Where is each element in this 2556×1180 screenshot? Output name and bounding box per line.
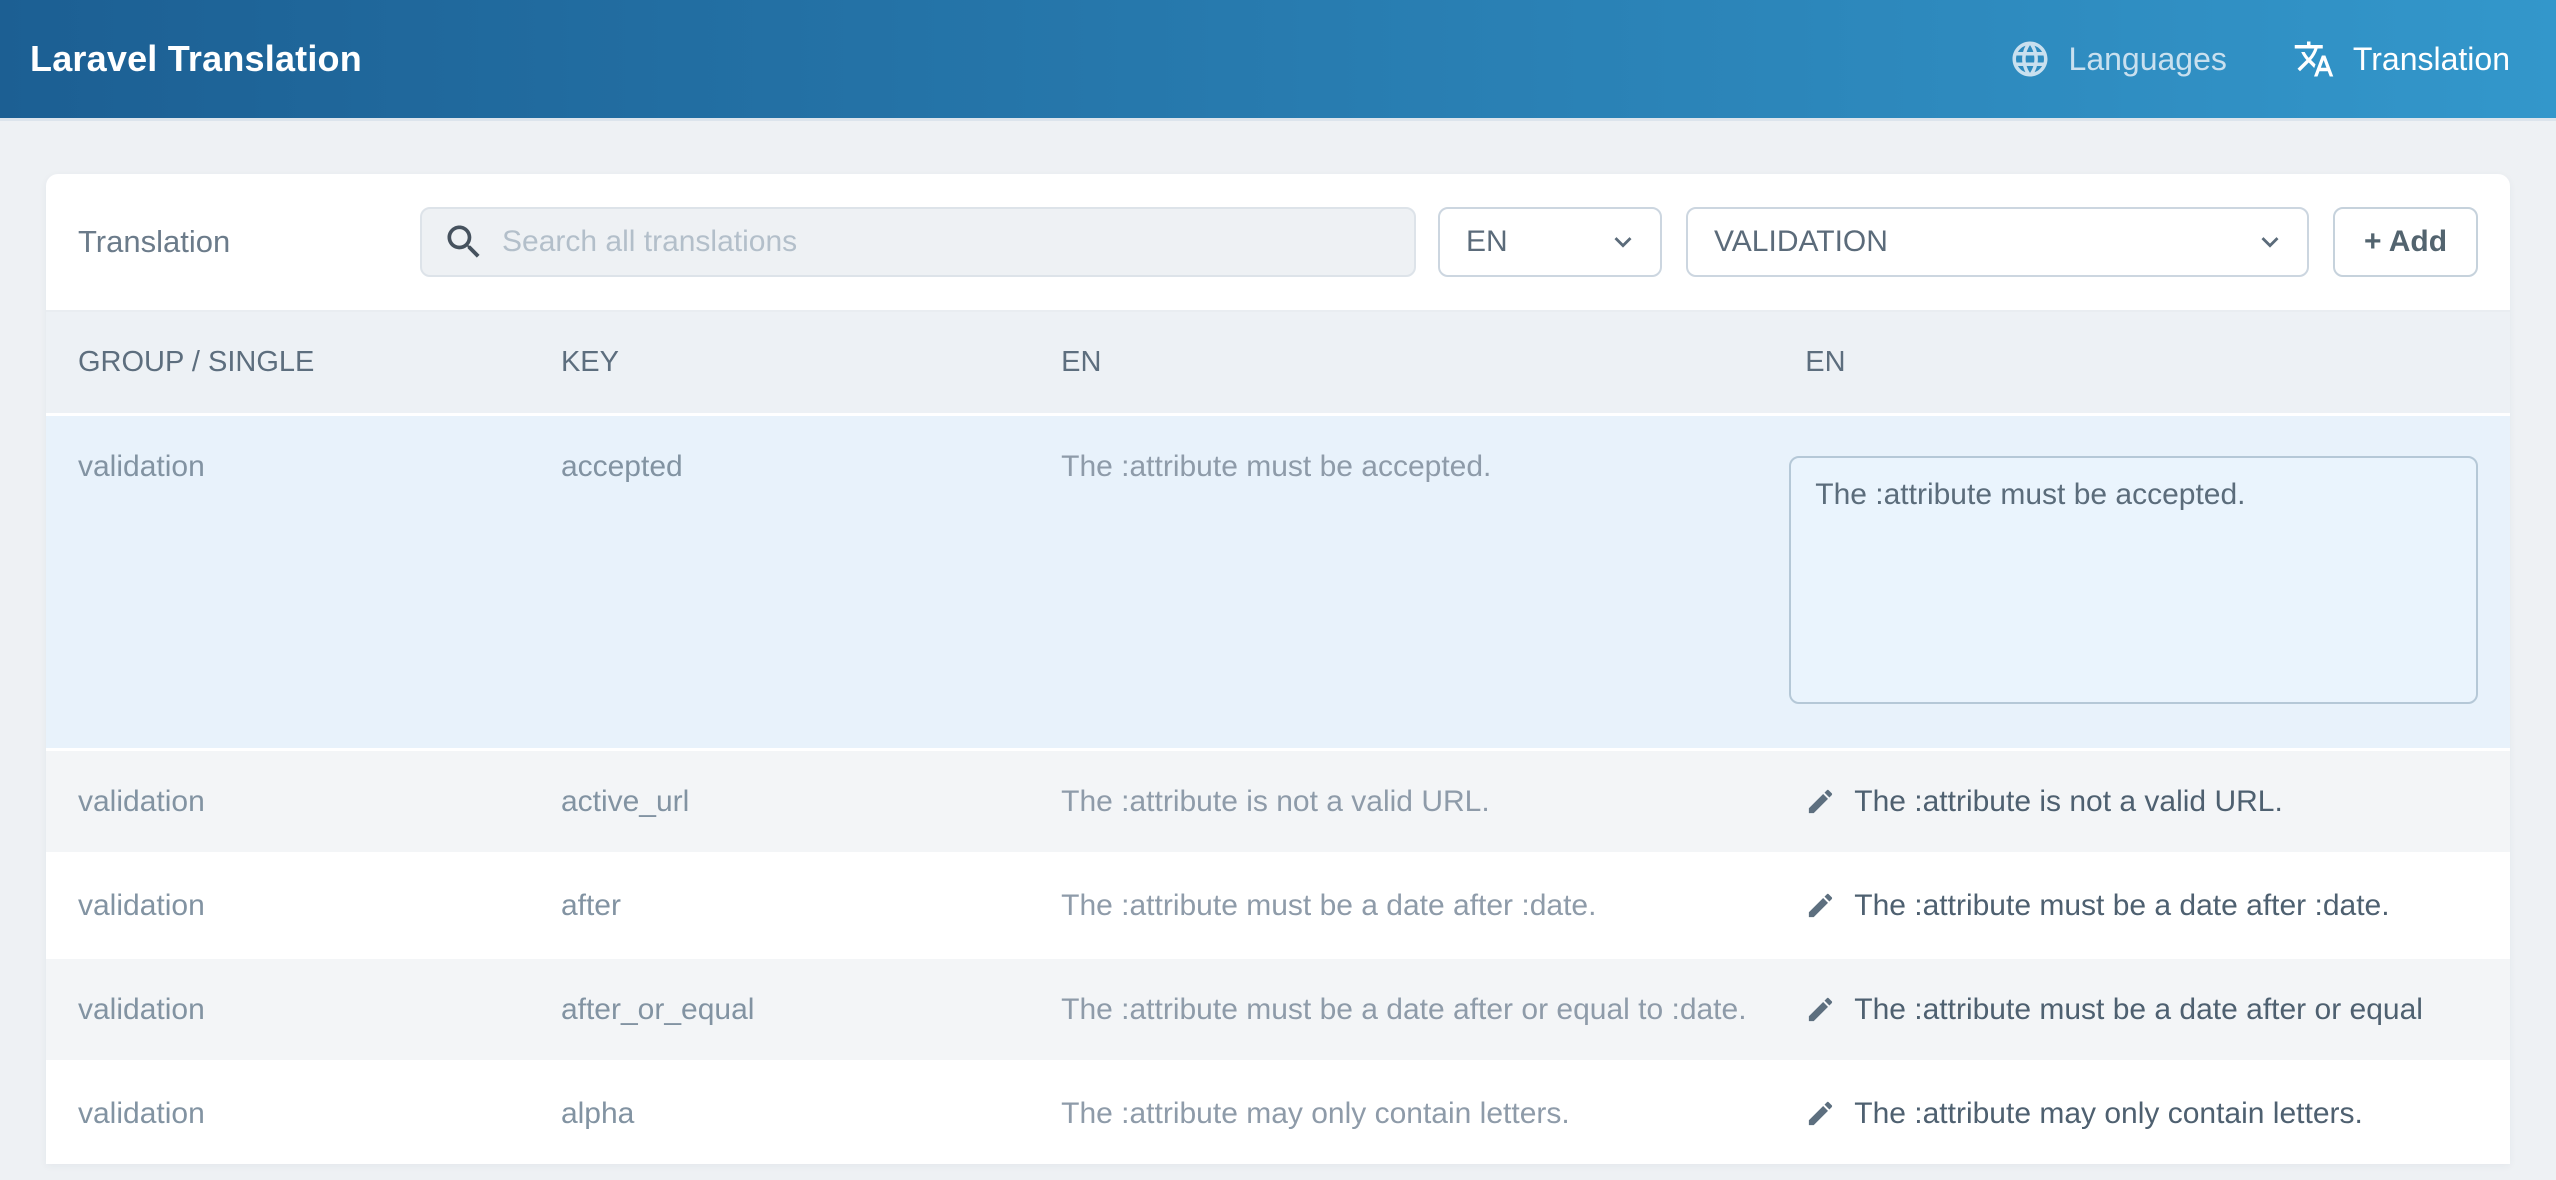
table-row[interactable]: validation alpha The :attribute may only… xyxy=(46,1062,2510,1165)
navbar-links: Languages Translation xyxy=(2009,38,2510,80)
cell-target[interactable]: The :attribute may only contain letters. xyxy=(1773,1062,2510,1165)
globe-icon xyxy=(2009,38,2051,80)
page-title: Translation xyxy=(78,224,420,260)
search-box xyxy=(420,207,1416,277)
add-button[interactable]: + Add xyxy=(2333,207,2478,277)
cell-key: active_url xyxy=(529,750,1029,854)
column-header-target-locale: EN xyxy=(1773,311,2510,415)
table-row[interactable]: validation after The :attribute must be … xyxy=(46,854,2510,958)
cell-source-text: The :attribute must be a date after or e… xyxy=(1029,958,1773,1062)
translate-icon xyxy=(2293,38,2335,80)
table-row[interactable]: validation after_or_equal The :attribute… xyxy=(46,958,2510,1062)
cell-key: after xyxy=(529,854,1029,958)
target-text: The :attribute is not a valid URL. xyxy=(1854,783,2283,820)
column-header-source-locale: EN xyxy=(1029,311,1773,415)
table-header-row: GROUP / SINGLE KEY EN EN xyxy=(46,311,2510,415)
search-icon xyxy=(442,220,486,264)
target-text: The :attribute must be a date after :dat… xyxy=(1854,887,2389,924)
nav-item-languages[interactable]: Languages xyxy=(2009,38,2227,80)
cell-target[interactable]: The :attribute must be a date after or e… xyxy=(1773,958,2510,1062)
pencil-icon[interactable] xyxy=(1805,890,1836,921)
cell-target[interactable]: The :attribute is not a valid URL. xyxy=(1773,750,2510,854)
group-select[interactable]: VALIDATION xyxy=(1686,207,2309,277)
locale-select[interactable]: EN xyxy=(1438,207,1662,277)
translations-table: GROUP / SINGLE KEY EN EN validation acce… xyxy=(46,310,2510,1164)
top-navbar: Laravel Translation Languages Translatio… xyxy=(0,0,2556,121)
pencil-icon[interactable] xyxy=(1805,994,1836,1025)
cell-key: alpha xyxy=(529,1062,1029,1165)
table-row[interactable]: validation accepted The :attribute must … xyxy=(46,415,2510,750)
translation-editor[interactable]: The :attribute must be accepted. xyxy=(1789,456,2478,704)
translation-card: Translation EN VALIDATION + Add GROUP / … xyxy=(46,174,2510,1164)
locale-select-value: EN xyxy=(1466,225,1508,259)
nav-item-label: Translation xyxy=(2353,41,2510,78)
target-text: The :attribute may only contain letters. xyxy=(1854,1095,2363,1132)
nav-item-translation[interactable]: Translation xyxy=(2293,38,2510,80)
pencil-icon[interactable] xyxy=(1805,1098,1836,1129)
cell-source-text: The :attribute must be a date after :dat… xyxy=(1029,854,1773,958)
toolbar: Translation EN VALIDATION + Add xyxy=(46,174,2510,310)
cell-group: validation xyxy=(46,854,529,958)
table-row[interactable]: validation active_url The :attribute is … xyxy=(46,750,2510,854)
cell-source-text: The :attribute may only contain letters. xyxy=(1029,1062,1773,1165)
cell-key: after_or_equal xyxy=(529,958,1029,1062)
chevron-down-icon xyxy=(2253,225,2287,259)
nav-item-label: Languages xyxy=(2069,41,2227,78)
chevron-down-icon xyxy=(1606,225,1640,259)
cell-key: accepted xyxy=(529,415,1029,750)
cell-group: validation xyxy=(46,1062,529,1165)
cell-group: validation xyxy=(46,958,529,1062)
column-header-group: GROUP / SINGLE xyxy=(46,311,529,415)
app-brand[interactable]: Laravel Translation xyxy=(30,38,362,80)
cell-target[interactable]: The :attribute must be a date after :dat… xyxy=(1773,854,2510,958)
group-select-value: VALIDATION xyxy=(1714,225,1888,259)
column-header-key: KEY xyxy=(529,311,1029,415)
search-input[interactable] xyxy=(420,207,1416,277)
pencil-icon[interactable] xyxy=(1805,786,1836,817)
cell-source-text: The :attribute is not a valid URL. xyxy=(1029,750,1773,854)
cell-group: validation xyxy=(46,415,529,750)
cell-group: validation xyxy=(46,750,529,854)
target-text: The :attribute must be a date after or e… xyxy=(1854,991,2423,1028)
cell-source-text: The :attribute must be accepted. xyxy=(1029,415,1773,750)
cell-target: The :attribute must be accepted. xyxy=(1773,415,2510,750)
